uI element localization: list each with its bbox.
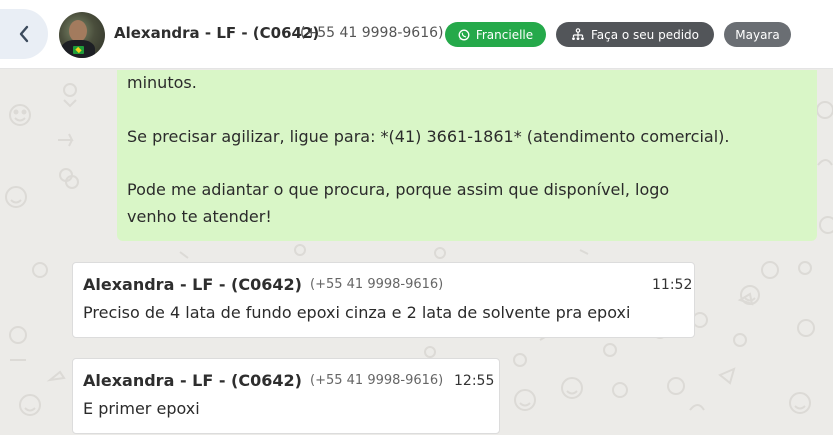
user-badge[interactable]: Mayara [724, 22, 791, 47]
contact-name: Alexandra - LF - (C0642) [114, 24, 320, 42]
order-button[interactable]: Faça o seu pedido [556, 22, 714, 47]
message-text: Preciso de 4 lata de fundo epoxi cinza e… [83, 303, 631, 322]
outgoing-message-line: minutos. [127, 73, 197, 92]
incoming-message[interactable]: Alexandra - LF - (C0642) (+55 41 9998-96… [72, 262, 695, 338]
agent-whatsapp-button[interactable]: Francielle [445, 22, 546, 47]
agent-button-label: Francielle [475, 27, 534, 42]
user-badge-label: Mayara [735, 27, 780, 42]
message-time: 12:55 [454, 373, 495, 389]
outgoing-message-line: Pode me adiantar o que procura, porque a… [127, 180, 670, 199]
message-text: E primer epoxi [83, 399, 200, 418]
chat-area[interactable]: minutos. Se precisar agilizar, ligue par… [0, 70, 833, 435]
chevron-left-icon [19, 25, 29, 43]
hierarchy-icon [572, 28, 584, 40]
order-button-label: Faça o seu pedido [590, 27, 700, 42]
message-sender: Alexandra - LF - (C0642) [83, 371, 302, 390]
whatsapp-icon [458, 29, 470, 40]
message-sender-phone: (+55 41 9998-9616) [310, 373, 444, 388]
avatar[interactable] [59, 12, 105, 58]
incoming-message[interactable]: Alexandra - LF - (C0642) (+55 41 9998-96… [72, 358, 500, 434]
brazil-flag-icon [73, 46, 84, 54]
message-time: 11:52 [652, 277, 693, 293]
message-sender: Alexandra - LF - (C0642) [83, 275, 302, 294]
contact-phone: (+55 41 9998-9616) [300, 25, 444, 41]
outgoing-message[interactable]: minutos. Se precisar agilizar, ligue par… [117, 70, 817, 241]
chat-header: Alexandra - LF - (C0642) (+55 41 9998-96… [0, 0, 833, 69]
outgoing-message-line: venho te atender! [127, 207, 272, 226]
message-sender-phone: (+55 41 9998-9616) [310, 277, 444, 292]
outgoing-message-line: Se precisar agilizar, ligue para: *(41) … [127, 127, 730, 146]
back-button[interactable] [0, 9, 48, 59]
avatar-face [69, 20, 87, 42]
